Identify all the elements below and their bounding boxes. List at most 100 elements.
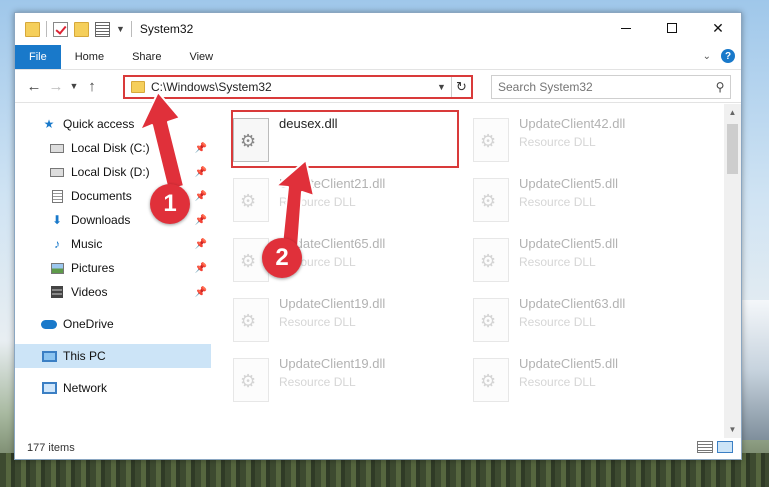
title-bar: ▼ System32 ✕ (15, 13, 741, 45)
maximize-button[interactable] (649, 13, 695, 43)
pin-icon[interactable]: 📌 (195, 143, 207, 154)
file-type: Resource DLL (279, 195, 356, 209)
file-name: UpdateClient19.dll (279, 356, 386, 371)
sidebar-item-label: Downloads (71, 213, 131, 227)
up-arrow-icon[interactable]: ↑ (81, 78, 103, 95)
file-name: UpdateClient63.dll (519, 296, 626, 311)
toolbar-divider (130, 21, 132, 37)
scrollbar-thumb[interactable] (727, 124, 738, 174)
file-item[interactable]: UpdateClient5.dll Resource DLL (473, 174, 703, 234)
recent-locations-chevron-icon[interactable]: ▼ (67, 81, 81, 91)
sidebar-item-music[interactable]: ♪ Music 📌 (15, 232, 211, 256)
address-dropdown-icon[interactable]: ▼ (437, 82, 451, 92)
dll-file-icon (233, 358, 269, 402)
file-item[interactable]: UpdateClient5.dll Resource DLL (473, 354, 703, 414)
vertical-scrollbar[interactable]: ▲ ▼ (724, 104, 741, 438)
file-type: Resource DLL (519, 195, 596, 209)
file-name: UpdateClient5.dll (519, 176, 619, 191)
file-item[interactable]: UpdateClient19.dll Resource DLL (233, 354, 463, 414)
address-bar[interactable]: C:\Windows\System32 ▼ ↻ (123, 75, 473, 99)
file-item[interactable]: UpdateClient42.dll Resource DLL (473, 114, 703, 174)
sidebar-item-this-pc[interactable]: This PC (15, 344, 211, 368)
folder-icon (131, 81, 145, 93)
window-title: System32 (139, 22, 194, 36)
file-item[interactable]: UpdateClient19.dll Resource DLL (233, 294, 463, 354)
details-view-icon[interactable] (697, 441, 713, 453)
sidebar-item-local-disk-d[interactable]: Local Disk (D:) 📌 (15, 160, 211, 184)
dll-file-icon (473, 238, 509, 282)
properties-check-icon[interactable] (53, 21, 68, 37)
status-bar: 177 items (15, 437, 741, 459)
expand-ribbon-chevron-icon[interactable]: ⌄ (703, 51, 711, 62)
refresh-icon[interactable]: ↻ (451, 77, 471, 97)
file-name: UpdateClient5.dll (519, 356, 619, 371)
view-toggle (697, 441, 733, 453)
file-name: UpdateClient19.dll (279, 296, 386, 311)
scroll-down-icon[interactable]: ▼ (724, 421, 741, 438)
file-type: Resource DLL (519, 255, 596, 269)
back-arrow-icon[interactable]: ← (23, 78, 45, 95)
dll-file-icon (473, 178, 509, 222)
pin-icon[interactable]: 📌 (195, 287, 207, 298)
step1-badge: 1 (150, 184, 190, 224)
help-icon[interactable]: ? (721, 49, 735, 63)
tab-file[interactable]: File (15, 45, 61, 69)
address-path[interactable]: C:\Windows\System32 (151, 80, 437, 94)
search-input[interactable] (498, 80, 710, 94)
toolbar-divider (46, 21, 47, 37)
quick-access-toolbar: ▼ (25, 21, 132, 37)
maximize-icon (667, 23, 677, 33)
search-box[interactable]: ⚲ (491, 75, 731, 99)
disk-icon (49, 141, 65, 155)
navigation-bar: ← → ▼ ↑ C:\Windows\System32 ▼ ↻ ⚲ (15, 69, 741, 103)
large-icons-view-icon[interactable] (717, 441, 733, 453)
file-name: UpdateClient21.dll (279, 176, 386, 191)
sidebar-item-local-disk-c[interactable]: Local Disk (C:) 📌 (15, 136, 211, 160)
file-type: Resource DLL (519, 315, 596, 329)
file-name: UpdateClient42.dll (519, 116, 626, 131)
sidebar-item-label: Music (71, 237, 103, 251)
disk-icon (49, 165, 65, 179)
minimize-icon (621, 27, 631, 29)
new-folder-icon[interactable] (74, 21, 89, 37)
search-icon[interactable]: ⚲ (710, 80, 730, 94)
file-type: Resource DLL (519, 375, 596, 389)
pin-icon[interactable]: 📌 (195, 215, 207, 226)
sidebar-item-videos[interactable]: Videos 📌 (15, 280, 211, 304)
music-icon: ♪ (54, 237, 60, 251)
this-pc-icon (41, 349, 57, 363)
documents-icon (49, 189, 65, 203)
pin-icon[interactable]: 📌 (195, 167, 207, 178)
pin-icon[interactable]: 📌 (195, 239, 207, 250)
close-button[interactable]: ✕ (695, 13, 741, 43)
tab-home[interactable]: Home (61, 45, 118, 69)
pin-icon[interactable]: 📌 (195, 191, 207, 202)
tab-view[interactable]: View (175, 45, 227, 69)
file-type: Resource DLL (279, 375, 356, 389)
file-item[interactable]: UpdateClient63.dll Resource DLL (473, 294, 703, 354)
scroll-up-icon[interactable]: ▲ (724, 104, 741, 121)
sidebar-item-label: Videos (71, 285, 108, 299)
sidebar-item-label: OneDrive (63, 317, 114, 331)
dll-file-icon (233, 298, 269, 342)
sidebar-item-onedrive[interactable]: OneDrive (15, 312, 211, 336)
folder-icon (25, 21, 40, 37)
sidebar-item-label: Local Disk (D:) (71, 165, 150, 179)
tab-share[interactable]: Share (118, 45, 175, 69)
step2-badge: 2 (262, 238, 302, 278)
forward-arrow-icon[interactable]: → (45, 78, 67, 95)
dll-file-icon (473, 298, 509, 342)
pin-icon[interactable]: 📌 (195, 263, 207, 274)
minimize-button[interactable] (603, 13, 649, 43)
sidebar-item-quick-access[interactable]: ★ Quick access (15, 112, 211, 136)
properties-icon[interactable] (95, 21, 110, 37)
file-item[interactable]: UpdateClient5.dll Resource DLL (473, 234, 703, 294)
item-count: 177 items (27, 442, 75, 454)
file-item[interactable]: UpdateClient21.dll Resource DLL (233, 174, 463, 234)
customize-toolbar-dropdown-icon[interactable]: ▼ (116, 24, 125, 34)
sidebar-item-pictures[interactable]: Pictures 📌 (15, 256, 211, 280)
sidebar-item-label: Local Disk (C:) (71, 141, 150, 155)
sidebar-item-network[interactable]: Network (15, 376, 211, 400)
sidebar-item-label: Quick access (63, 117, 135, 131)
